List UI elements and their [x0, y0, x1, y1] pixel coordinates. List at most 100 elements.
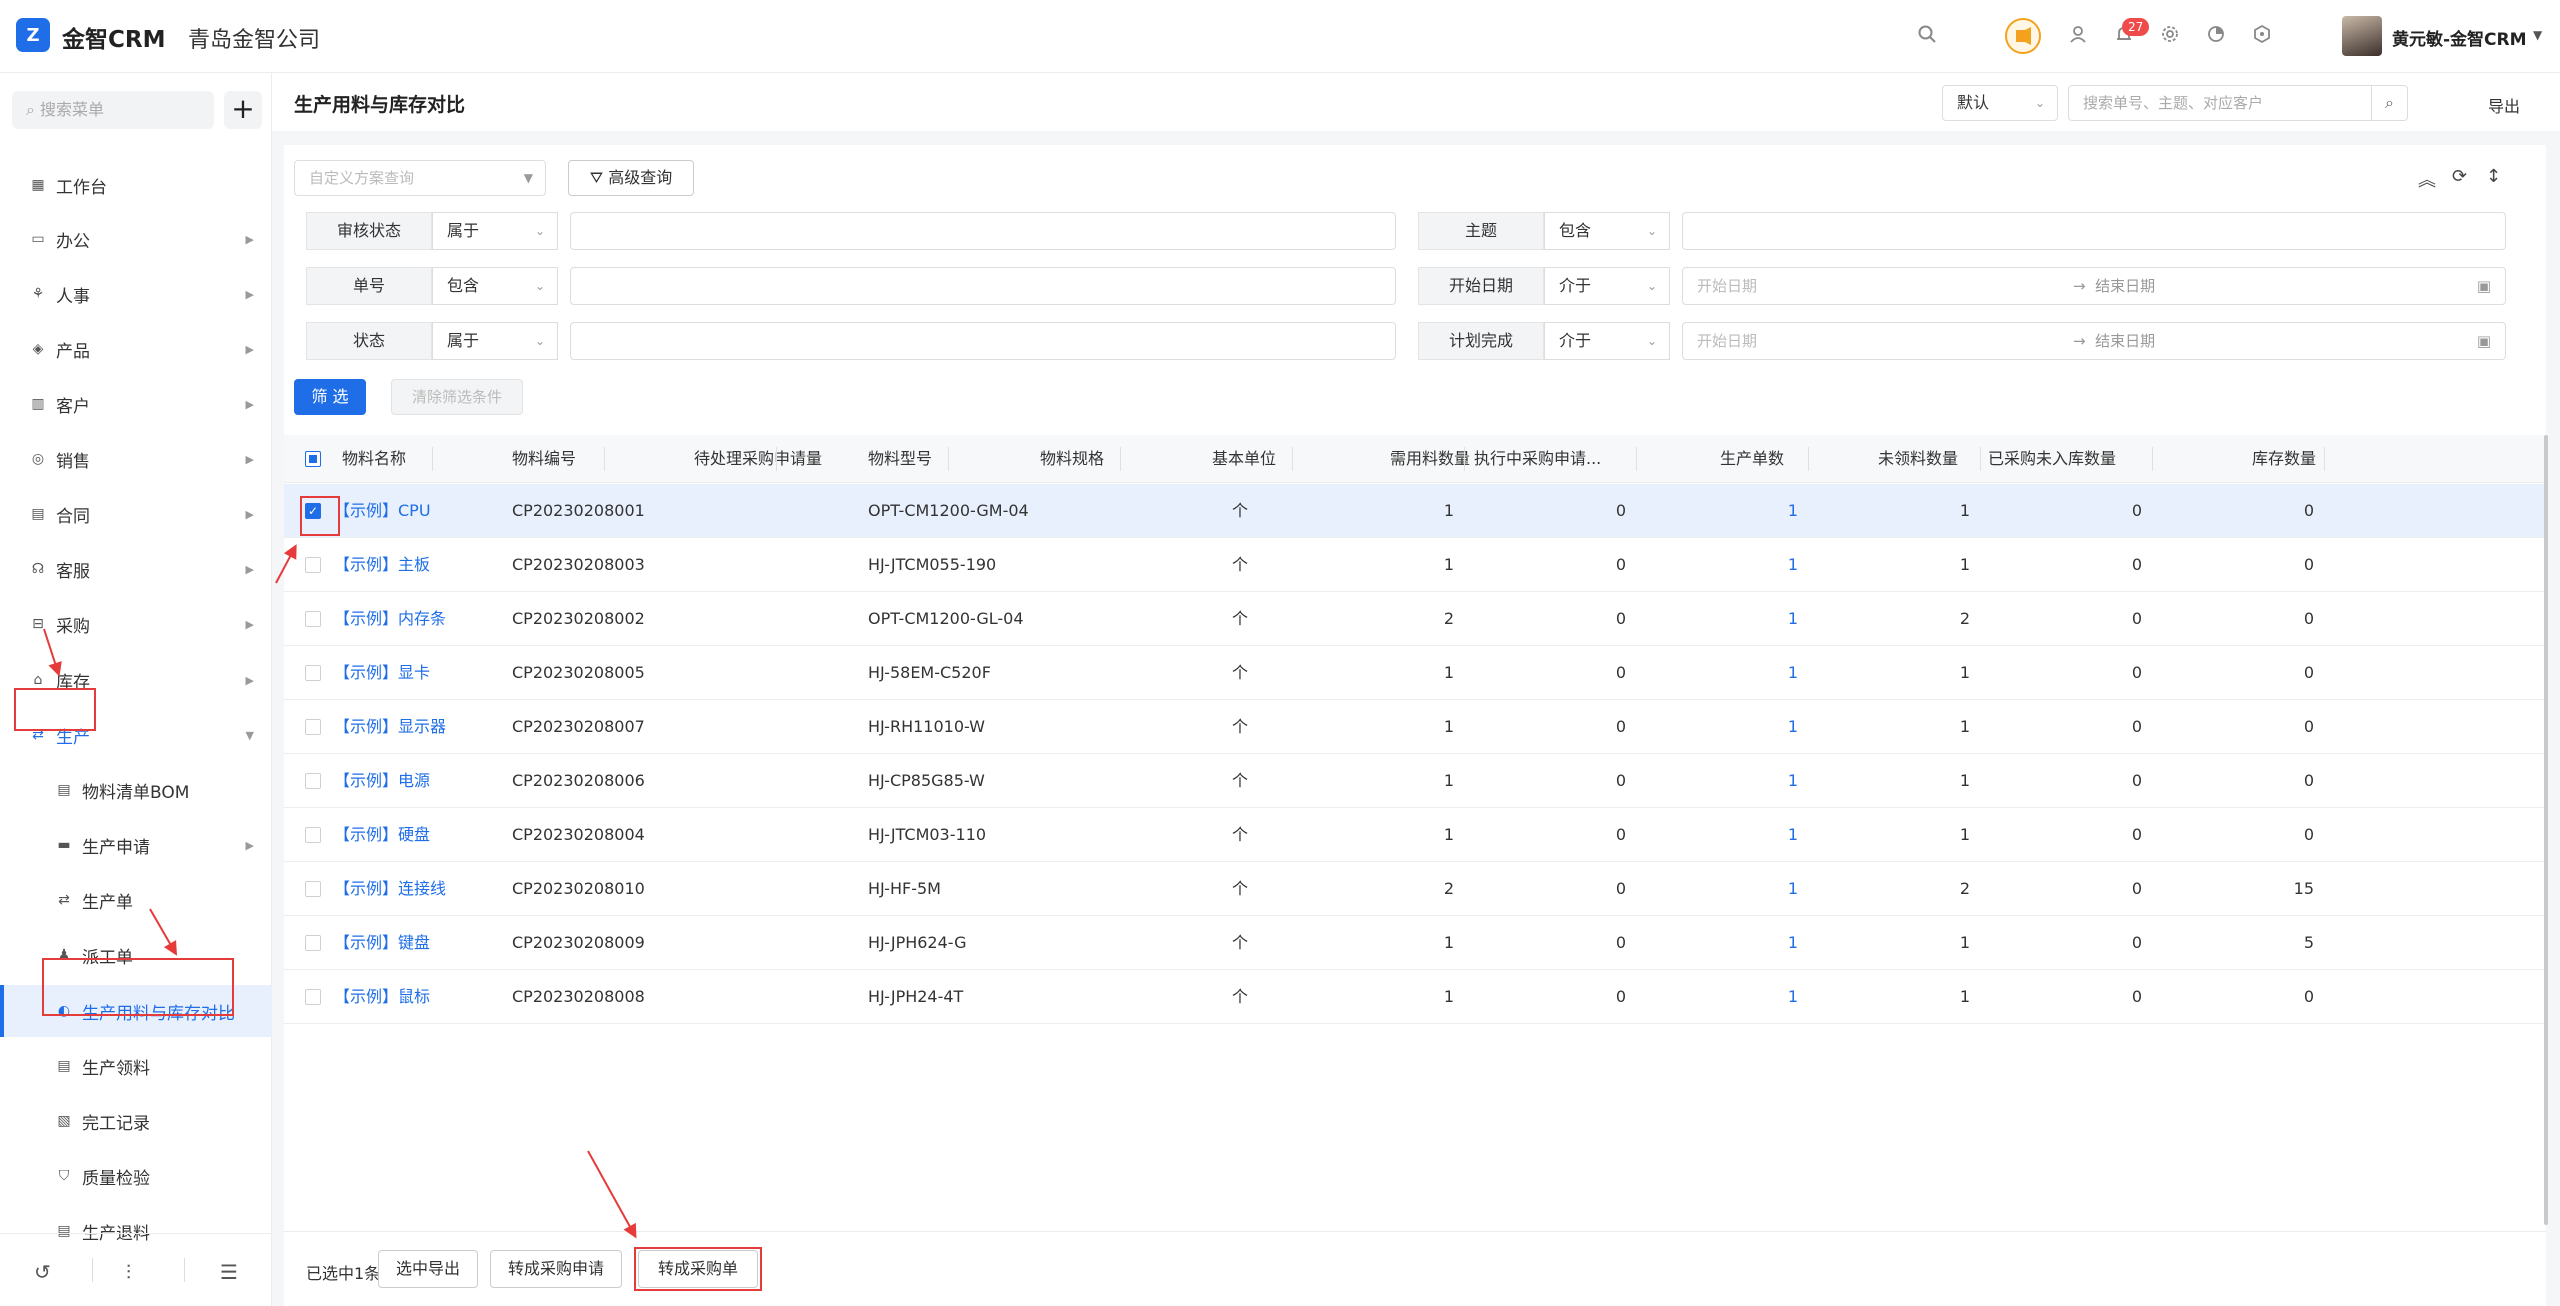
filter-date-range-start[interactable]: 开始日期 → 结束日期 ▣ — [1682, 267, 2506, 305]
menu-search-input[interactable]: ⌕ 搜索菜单 — [12, 91, 214, 129]
table-row[interactable]: 【示例】鼠标 CP20230208008 HJ-JPH24-4T 个 1 0 1… — [284, 970, 2546, 1024]
table-row[interactable]: 【示例】主板 CP20230208003 HJ-JTCM055-190 个 1 … — [284, 538, 2546, 592]
filter-op-audit-status[interactable]: 属于 ⌄ — [432, 212, 558, 250]
filter-button[interactable]: 筛 选 — [294, 379, 366, 415]
sort-icon[interactable]: ↕ — [2486, 166, 2501, 187]
material-name-link[interactable]: 【示例】鼠标 — [334, 970, 430, 1024]
sidebar-item-workbench[interactable]: ▦ 工作台 — [0, 159, 272, 211]
production-orders-link[interactable]: 1 — [1718, 646, 1798, 700]
to-purchase-order-button[interactable]: 转成采购单 — [638, 1250, 758, 1288]
production-orders-link[interactable]: 1 — [1718, 808, 1798, 862]
material-name-link[interactable]: 【示例】主板 — [334, 538, 430, 592]
sidebar-subitem-bom[interactable]: ▤ 物料清单BOM — [0, 764, 272, 816]
filter-op-subject[interactable]: 包含 ⌄ — [1544, 212, 1670, 250]
table-row[interactable]: 【示例】电源 CP20230208006 HJ-CP85G85-W 个 1 0 … — [284, 754, 2546, 808]
row-checkbox[interactable] — [305, 719, 321, 735]
production-orders-link[interactable]: 1 — [1718, 862, 1798, 916]
material-name-link[interactable]: 【示例】连接线 — [334, 862, 446, 916]
gear-icon[interactable] — [2158, 24, 2182, 48]
sidebar-subitem-material-stock-compare[interactable]: ◐ 生产用料与库存对比 — [0, 985, 272, 1037]
history-icon[interactable]: ↺ — [34, 1260, 51, 1284]
sidebar-item-sales[interactable]: ◎ 销售 ▶ — [0, 433, 272, 485]
sidebar-item-customer[interactable]: ▥ 客户 ▶ — [0, 378, 272, 430]
row-checkbox[interactable]: ✓ — [305, 503, 321, 519]
sidebar-subitem-quality-inspection[interactable]: ⛉ 质量检验 — [0, 1150, 272, 1202]
table-row[interactable]: ✓ 【示例】CPU CP20230208001 OPT-CM1200-GM-04… — [284, 484, 2546, 538]
row-checkbox[interactable] — [305, 935, 321, 951]
select-all-checkbox[interactable] — [305, 451, 321, 467]
production-orders-link[interactable]: 1 — [1718, 970, 1798, 1024]
material-name-link[interactable]: 【示例】硬盘 — [334, 808, 430, 862]
filter-value-order-no[interactable] — [570, 267, 1396, 305]
material-name-link[interactable]: 【示例】电源 — [334, 754, 430, 808]
filter-op-start-date[interactable]: 介于 ⌄ — [1544, 267, 1670, 305]
material-name-link[interactable]: 【示例】显示器 — [334, 700, 446, 754]
export-selected-button[interactable]: 选中导出 — [378, 1250, 478, 1288]
calendar-icon[interactable]: ▣ — [2477, 323, 2491, 359]
filter-op-plan-complete[interactable]: 介于 ⌄ — [1544, 322, 1670, 360]
filter-value-audit-status[interactable] — [570, 212, 1396, 250]
production-orders-link[interactable]: 1 — [1718, 484, 1798, 538]
filter-op-status[interactable]: 属于 ⌄ — [432, 322, 558, 360]
production-orders-link[interactable]: 1 — [1718, 916, 1798, 970]
production-orders-link[interactable]: 1 — [1718, 538, 1798, 592]
sidebar-item-product[interactable]: ◈ 产品 ▶ — [0, 323, 272, 375]
col-header-spec[interactable]: 物料规格 — [1040, 435, 1104, 483]
row-checkbox[interactable] — [305, 611, 321, 627]
chevron-down-icon[interactable]: ▼ — [2533, 28, 2542, 42]
sidebar-item-service[interactable]: ☊ 客服 ▶ — [0, 543, 272, 595]
material-name-link[interactable]: 【示例】内存条 — [334, 592, 446, 646]
sidebar-item-office[interactable]: ▭ 办公 ▶ — [0, 213, 272, 265]
filter-op-order-no[interactable]: 包含 ⌄ — [432, 267, 558, 305]
table-row[interactable]: 【示例】硬盘 CP20230208004 HJ-JTCM03-110 个 1 0… — [284, 808, 2546, 862]
view-select[interactable]: 默认 ⌄ — [1942, 85, 2058, 121]
user-name[interactable]: 黄元敏-金智CRM — [2392, 25, 2527, 50]
cube-icon[interactable] — [2250, 24, 2274, 48]
material-name-link[interactable]: 【示例】CPU — [334, 484, 431, 538]
sidebar-subitem-completion-record[interactable]: ▧ 完工记录 — [0, 1095, 272, 1147]
vertical-scrollbar[interactable] — [2544, 435, 2548, 1225]
app-logo-text[interactable]: 金智CRM — [62, 20, 165, 54]
search-input[interactable]: 搜索单号、主题、对应客户 — [2068, 85, 2372, 121]
sliders-icon[interactable]: ⫶ — [126, 1260, 131, 1284]
advanced-query-button[interactable]: ⛛ 高级查询 — [568, 160, 694, 196]
production-orders-link[interactable]: 1 — [1718, 754, 1798, 808]
material-name-link[interactable]: 【示例】显卡 — [334, 646, 430, 700]
sidebar-item-contract[interactable]: ▤ 合同 ▶ — [0, 488, 272, 540]
production-orders-link[interactable]: 1 — [1718, 592, 1798, 646]
filter-value-subject[interactable] — [1682, 212, 2506, 250]
user-avatar[interactable] — [2342, 16, 2382, 56]
production-orders-link[interactable]: 1 — [1718, 700, 1798, 754]
sidebar-subitem-material-picking[interactable]: ▤ 生产领料 — [0, 1040, 272, 1092]
logo-icon[interactable]: Z — [16, 18, 50, 52]
export-button[interactable]: 导出 — [2488, 93, 2520, 117]
to-purchase-request-button[interactable]: 转成采购申请 — [490, 1250, 622, 1288]
contacts-icon[interactable] — [2066, 24, 2090, 48]
col-header-stock[interactable]: 库存数量 — [2224, 435, 2316, 483]
row-checkbox[interactable] — [305, 665, 321, 681]
sidebar-item-production[interactable]: ⇄ 生产 ▼ — [0, 709, 272, 761]
refresh-icon[interactable]: ⟳ — [2452, 166, 2467, 187]
table-row[interactable]: 【示例】显卡 CP20230208005 HJ-58EM-C520F 个 1 0… — [284, 646, 2546, 700]
table-row[interactable]: 【示例】键盘 CP20230208009 HJ-JPH624-G 个 1 0 1… — [284, 916, 2546, 970]
search-icon[interactable] — [1915, 24, 1939, 48]
collapse-menu-icon[interactable]: ☰ — [220, 1260, 238, 1284]
col-header-unit[interactable]: 基本单位 — [1212, 435, 1276, 483]
sidebar-item-purchase[interactable]: ⊟ 采购 ▶ — [0, 598, 272, 650]
row-checkbox[interactable] — [305, 773, 321, 789]
clear-filter-button[interactable]: 清除筛选条件 — [391, 379, 523, 415]
col-header-orders[interactable]: 生产单数 — [1704, 435, 1784, 483]
sidebar-subitem-dispatch[interactable]: ♟ 派工单 — [0, 929, 272, 981]
calendar-icon[interactable]: ▣ — [2477, 268, 2491, 304]
sidebar-item-hr[interactable]: ⚘ 人事 ▶ — [0, 268, 272, 320]
col-header-pending-request[interactable]: 待处理采购申请量 — [694, 435, 822, 483]
pie-chart-icon[interactable] — [2204, 24, 2228, 48]
material-name-link[interactable]: 【示例】键盘 — [334, 916, 430, 970]
col-header-model[interactable]: 物料型号 — [868, 435, 932, 483]
col-header-need-qty[interactable]: 需用料数量 — [1372, 435, 1470, 483]
sidebar-item-inventory[interactable]: ⌂ 库存 ▶ — [0, 654, 272, 706]
col-header-purchased-not-in[interactable]: 已采购未入库数量 — [1988, 435, 2136, 483]
table-row[interactable]: 【示例】内存条 CP20230208002 OPT-CM1200-GL-04 个… — [284, 592, 2546, 646]
row-checkbox[interactable] — [305, 989, 321, 1005]
filter-value-status[interactable] — [570, 322, 1396, 360]
